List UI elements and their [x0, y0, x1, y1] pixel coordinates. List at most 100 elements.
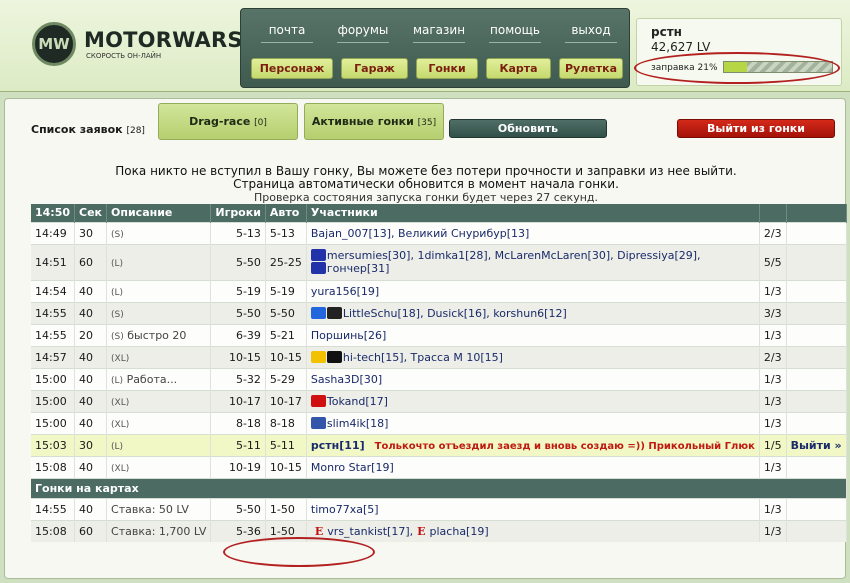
row-time: 15:00 — [31, 411, 76, 434]
nav-map-button[interactable]: Карта — [486, 58, 551, 79]
race-type: (S) — [111, 309, 124, 320]
race-description: Работа... — [126, 372, 178, 386]
row-time: 14:49 — [31, 221, 76, 244]
nav-garage-button[interactable]: Гараж — [341, 58, 408, 79]
row-description: (XL) — [106, 345, 212, 368]
race-description: быстро 20 — [127, 328, 187, 342]
table-row[interactable]: 14:55 20 (S) быстро 20 6-39 5-21 Поршинь[26] 1… — [31, 323, 847, 346]
participants-list[interactable]: hi-tech[15], Трасса М 10[15] — [343, 351, 503, 364]
message-line-3: Проверка состояния запуска гонки будет ч… — [253, 191, 599, 204]
annotation-circle — [634, 52, 840, 84]
nav-forums-link[interactable]: форумы — [331, 23, 395, 43]
row-count: 1/3 — [759, 367, 787, 390]
list-title-count: [28] — [126, 126, 145, 136]
row-description: (S) быстро 20 — [106, 323, 212, 346]
row-sec: 40 — [74, 279, 108, 302]
header-participants: Участники — [306, 204, 760, 222]
clan-icon — [310, 306, 326, 319]
participants-list[interactable]: slim4ik[18] — [327, 417, 389, 430]
participants-list[interactable]: mersumies[30], 1dimka1[28], McLarenMcLar… — [327, 249, 701, 262]
participants-list[interactable]: vrs_tankist[17], — [327, 525, 413, 538]
row-description: (XL) — [106, 455, 212, 478]
row-time: 14:54 — [31, 279, 76, 302]
row-description: (L) Работа... — [106, 367, 212, 390]
row-sec: 40 — [74, 345, 108, 368]
exit-race-button[interactable]: Выйти из гонки — [677, 119, 835, 138]
participants-list[interactable]: LittleSchu[18], Dusick[16], korshun6[12] — [343, 307, 567, 320]
row-sec: 40 — [74, 301, 108, 324]
participants-list-cont[interactable]: гончер[31] — [327, 262, 390, 275]
row-action — [786, 221, 847, 244]
row-players: 10-19 — [210, 455, 266, 478]
row-count: 1/3 — [759, 279, 787, 302]
nav-character-button[interactable]: Персонаж — [251, 58, 333, 79]
participants-list[interactable]: yura156[19] — [311, 285, 379, 298]
race-list-panel: Список заявок [28] Drag-race [0] Активны… — [4, 98, 847, 579]
table-row[interactable]: 15:08 40 (XL) 10-19 10-15 Monro Star[19] 1/3 — [31, 455, 847, 478]
row-auto: 5-13 — [265, 221, 307, 244]
tab-active-races[interactable]: Активные гонки [35] — [304, 103, 444, 140]
team-e-icon: E — [314, 524, 324, 538]
refresh-button[interactable]: Обновить — [449, 119, 607, 138]
table-row[interactable]: 15:00 40 (XL) 8-18 8-18 slim4ik[18] 1/3 — [31, 411, 847, 434]
row-participants: mersumies[30], 1dimka1[28], McLarenMcLar… — [306, 243, 760, 280]
clan-icon — [310, 416, 326, 429]
clan-icon — [326, 350, 342, 363]
race-type: (XL) — [111, 397, 130, 408]
message-line-2: Страница автоматически обновится в момен… — [233, 177, 619, 191]
row-auto: 1-50 — [265, 519, 307, 542]
table-row[interactable]: 15:00 40 (L) Работа... 5-32 5-29 Sasha3D[30] 1… — [31, 367, 847, 390]
table-row[interactable]: 15:08 60 Ставка: 1,700 LV 5-36 1-50 Evrs_tank… — [31, 519, 847, 542]
participants-list[interactable]: Tokand[17] — [327, 395, 388, 408]
main-navigation: почта форумы магазин помощь выход Персон… — [240, 8, 630, 88]
table-row[interactable]: 14:55 40 Ставка: 50 LV 5-50 1-50 timo77xa[5] 1… — [31, 497, 847, 520]
nav-logout-link[interactable]: выход — [559, 23, 623, 43]
participants-list[interactable]: Monro Star[19] — [311, 461, 394, 474]
table-row[interactable]: 15:03 30 (L) 5-11 5-11 рстн[11] Толькочто отъ… — [31, 433, 847, 456]
nav-shop-link[interactable]: магазин — [407, 23, 471, 43]
participants-list-cont[interactable]: placha[19] — [430, 525, 489, 538]
row-count: 5/5 — [759, 243, 787, 280]
user-name[interactable]: рстн — [651, 25, 682, 39]
table-row[interactable]: 14:55 40 (S) 5-50 5-50 LittleSchu[18], Dusic… — [31, 301, 847, 324]
row-count: 1/3 — [759, 519, 787, 542]
row-count: 1/3 — [759, 455, 787, 478]
row-action — [786, 243, 847, 280]
table-row[interactable]: 15:00 40 (XL) 10-17 10-17 Tokand[17] 1/3 — [31, 389, 847, 412]
row-players: 5-50 — [210, 497, 266, 520]
row-description: (S) — [106, 221, 212, 244]
table-row[interactable]: 14:54 40 (L) 5-19 5-19 yura156[19] 1/3 — [31, 279, 847, 302]
participants-list[interactable]: Поршинь[26] — [311, 329, 386, 342]
row-players: 5-32 — [210, 367, 266, 390]
race-type: (XL) — [111, 463, 130, 474]
table-row[interactable]: 14:49 30 (S) 5-13 5-13 Bajan_007[13], Велики… — [31, 221, 847, 244]
participants-list[interactable]: рстн[11] — [311, 439, 365, 452]
row-description: Ставка: 50 LV — [106, 497, 212, 520]
row-action — [786, 411, 847, 434]
row-sec: 40 — [74, 497, 108, 520]
tab-count: [35] — [417, 118, 437, 128]
nav-mail-link[interactable]: почта — [255, 23, 319, 43]
row-participants: Bajan_007[13], Великий Снурибур[13] — [306, 221, 760, 244]
table-row[interactable]: 14:57 40 (XL) 10-15 10-15 hi-tech[15], Трасс… — [31, 345, 847, 368]
participants-list[interactable]: Bajan_007[13], Великий Снурибур[13] — [311, 227, 529, 240]
row-action[interactable]: Выйти » — [786, 433, 847, 456]
nav-help-link[interactable]: помощь — [483, 23, 547, 43]
row-count: 2/3 — [759, 345, 787, 368]
row-auto: 8-18 — [265, 411, 307, 434]
row-time: 14:51 — [31, 243, 76, 280]
row-action — [786, 367, 847, 390]
row-participants: LittleSchu[18], Dusick[16], korshun6[12] — [306, 301, 760, 324]
tab-count: [0] — [254, 118, 267, 128]
row-sec: 20 — [74, 323, 108, 346]
row-description: (L) — [106, 433, 212, 456]
participants-list[interactable]: Sasha3D[30] — [311, 373, 382, 386]
nav-races-button[interactable]: Гонки — [416, 58, 478, 79]
user-money: 42,627 LV — [651, 40, 711, 54]
participants-list[interactable]: timo77xa[5] — [311, 503, 379, 516]
table-row[interactable]: 14:51 60 (L) 5-50 25-25 mersumies[30], 1dimk… — [31, 243, 847, 280]
row-count: 1/3 — [759, 411, 787, 434]
nav-roulette-button[interactable]: Рулетка — [559, 58, 623, 79]
tab-drag-race[interactable]: Drag-race [0] — [158, 103, 298, 140]
row-participants: рстн[11] Толькочто отъездил заезд и вновь… — [306, 433, 760, 456]
